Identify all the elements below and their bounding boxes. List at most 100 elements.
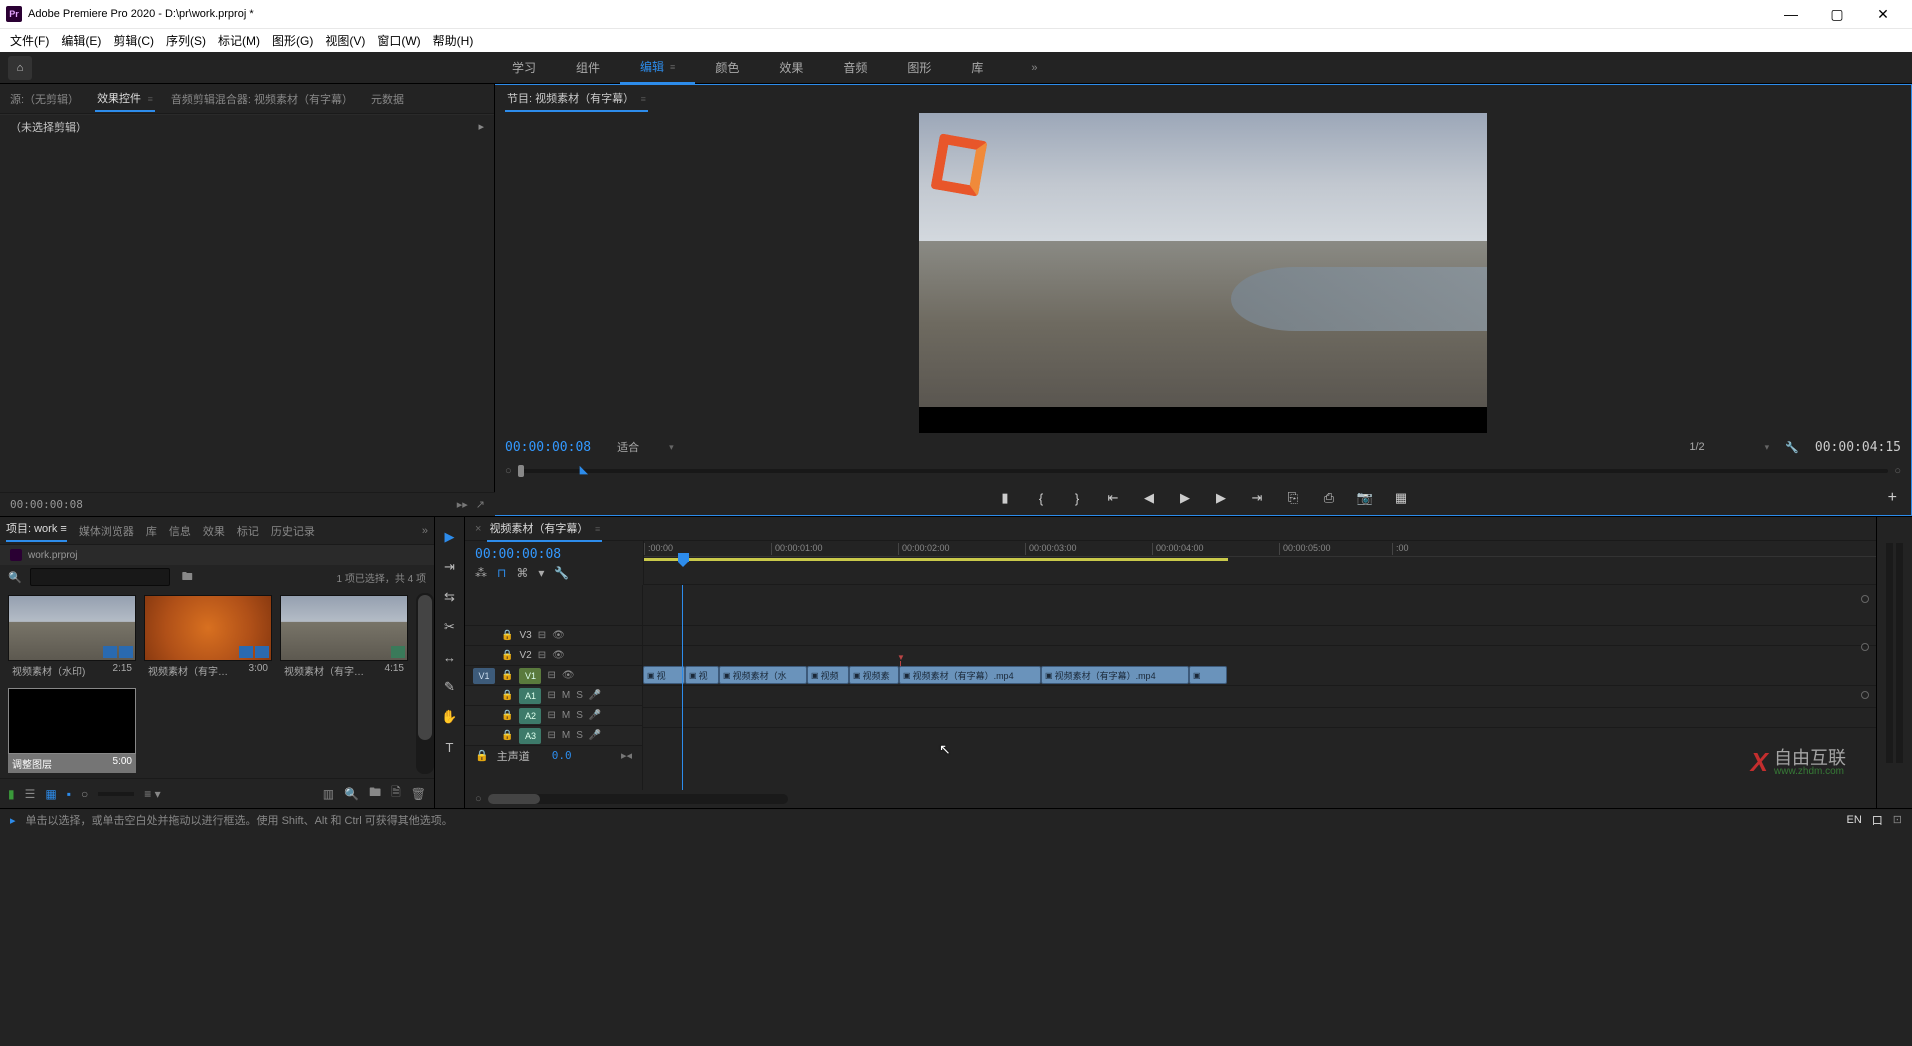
track-v2-header[interactable]: 🔒V2⊟👁 bbox=[465, 645, 642, 665]
razor-tool[interactable]: ✂ bbox=[440, 617, 460, 637]
workspace-libraries[interactable]: 库 bbox=[951, 52, 1003, 84]
track-select-tool[interactable]: ⇥ bbox=[440, 557, 460, 577]
menu-graphic[interactable]: 图形(G) bbox=[266, 32, 319, 49]
pen-tool[interactable]: ✎ bbox=[440, 677, 460, 697]
home-button[interactable]: ⌂ bbox=[8, 56, 32, 80]
slider-knob-left[interactable]: ○ bbox=[505, 465, 512, 477]
status-extra-icon[interactable]: ⊡ bbox=[1893, 813, 1902, 826]
timeline-clip[interactable]: ▣视频素材（有字幕）.mp4 bbox=[899, 666, 1041, 684]
type-tool[interactable]: T bbox=[440, 737, 460, 757]
maximize-button[interactable]: ▢ bbox=[1814, 1, 1860, 27]
workspace-editing[interactable]: 编辑≡ bbox=[620, 52, 695, 84]
program-monitor[interactable] bbox=[919, 113, 1487, 433]
program-timecode-left[interactable]: 00:00:00:08 bbox=[505, 440, 591, 455]
extract-button[interactable]: ⎙ bbox=[1320, 489, 1338, 507]
minimize-button[interactable]: — bbox=[1768, 1, 1814, 27]
tab-info[interactable]: 信息 bbox=[169, 523, 191, 539]
ime-lang-label[interactable]: EN bbox=[1847, 814, 1862, 826]
menu-edit[interactable]: 编辑(E) bbox=[55, 32, 107, 49]
tl-settings-icon[interactable]: 🔧 bbox=[554, 566, 569, 580]
clip-thumb[interactable]: 视频素材（有字…4:15 bbox=[280, 595, 408, 680]
sort-dropdown[interactable]: ≡ ▾ bbox=[144, 787, 160, 801]
tl-snap-icon[interactable]: ⊓ bbox=[497, 566, 506, 580]
workspace-learn[interactable]: 学习 bbox=[492, 52, 556, 84]
workspace-color[interactable]: 颜色 bbox=[695, 52, 759, 84]
go-to-out-button[interactable]: ⇥ bbox=[1248, 489, 1266, 507]
tab-project[interactable]: 项目: work ≡ bbox=[6, 520, 67, 542]
gutter-control[interactable] bbox=[1861, 691, 1869, 699]
icon-view-button[interactable]: ▦ bbox=[45, 787, 56, 801]
proj-writable-icon[interactable]: ▮ bbox=[8, 787, 15, 801]
timeline-tracks[interactable]: ▣视 ▣视 ▣视频素材（水 ▣视频 ▣视频素 ▣视频素材（有字幕）.mp4 ▣视… bbox=[643, 585, 1876, 790]
clip-thumb[interactable]: 视频素材（水印)2:15 bbox=[8, 595, 136, 680]
mark-out-button[interactable]: } bbox=[1068, 489, 1086, 507]
project-tabs-overflow[interactable]: » bbox=[422, 525, 428, 537]
project-scrollbar[interactable] bbox=[416, 593, 434, 774]
menu-window[interactable]: 窗口(W) bbox=[371, 32, 426, 49]
slip-tool[interactable]: ↔ bbox=[440, 647, 460, 667]
timeline-clip[interactable]: ▣视频 bbox=[807, 666, 849, 684]
timeline-tab[interactable]: 视频素材（有字幕） ≡ bbox=[487, 516, 602, 542]
tl-zoom-out-icon[interactable]: ○ bbox=[475, 793, 482, 805]
program-scrub-slider[interactable] bbox=[518, 469, 1889, 473]
auto-seq-button[interactable]: ▥ bbox=[323, 787, 334, 801]
gutter-control[interactable] bbox=[1861, 643, 1869, 651]
project-breadcrumb[interactable]: work.prproj bbox=[0, 545, 434, 565]
freeform-view-button[interactable]: ▪ bbox=[67, 787, 71, 801]
workspace-audio[interactable]: 音频 bbox=[823, 52, 887, 84]
button-editor[interactable]: + bbox=[1888, 489, 1897, 507]
tab-libraries[interactable]: 库 bbox=[146, 523, 157, 539]
wrench-icon[interactable]: 🔧 bbox=[1785, 441, 1799, 454]
program-fit-dropdown[interactable]: 适合▾ bbox=[617, 439, 674, 455]
clip-thumb-selected[interactable]: 调整图层5:00 bbox=[8, 688, 136, 773]
tab-media-browser[interactable]: 媒体浏览器 bbox=[79, 523, 134, 539]
track-a2-header[interactable]: 🔒A2⊟MS🎤 bbox=[465, 705, 642, 725]
track-a1-header[interactable]: 🔒A1⊟MS🎤 bbox=[465, 685, 642, 705]
program-tab[interactable]: 节目: 视频素材（有字幕） ≡ bbox=[505, 86, 648, 112]
step-fwd-button[interactable]: ▶ bbox=[1212, 489, 1230, 507]
timeline-clip[interactable]: ▣ bbox=[1189, 666, 1227, 684]
tab-audio-mixer[interactable]: 音频剪辑混合器: 视频素材（有字幕） bbox=[169, 87, 355, 111]
menu-file[interactable]: 文件(F) bbox=[4, 32, 55, 49]
timeline-clip[interactable]: ▣视频素 bbox=[849, 666, 899, 684]
hand-tool[interactable]: ✋ bbox=[440, 707, 460, 727]
list-view-button[interactable]: ☰ bbox=[25, 787, 36, 801]
timeline-clip[interactable]: ▣视频素材（有字幕）.mp4 bbox=[1041, 666, 1189, 684]
tab-effects[interactable]: 效果 bbox=[203, 523, 225, 539]
tab-history[interactable]: 历史记录 bbox=[271, 523, 315, 539]
bin-filter-icon[interactable]: 🖿 bbox=[182, 568, 193, 587]
workspace-assembly[interactable]: 组件 bbox=[556, 52, 620, 84]
thumb-size-slider[interactable] bbox=[98, 792, 134, 796]
track-v1-header[interactable]: V1🔒V1⊟👁 bbox=[465, 665, 642, 685]
ripple-edit-tool[interactable]: ⇆ bbox=[440, 587, 460, 607]
new-bin-button[interactable]: 🖿 bbox=[369, 783, 381, 804]
track-v3-header[interactable]: 🔒V3⊟👁 bbox=[465, 625, 642, 645]
source-btn-2[interactable]: ↗ bbox=[476, 498, 485, 511]
find-button[interactable]: 🔍 bbox=[344, 787, 359, 801]
expand-icon[interactable]: ▸ bbox=[478, 120, 484, 133]
source-btn-1[interactable]: ▸▸ bbox=[457, 498, 468, 511]
track-master-header[interactable]: 🔒主声道 0.0 ▸◂ bbox=[465, 745, 642, 765]
gutter-control[interactable] bbox=[1861, 595, 1869, 603]
zoom-out-icon[interactable]: ○ bbox=[81, 787, 88, 801]
project-search-input[interactable] bbox=[30, 568, 170, 586]
tl-link-icon[interactable]: ⌘ bbox=[516, 566, 528, 580]
track-a3-header[interactable]: 🔒A3⊟MS🎤 bbox=[465, 725, 642, 745]
tab-source[interactable]: 源:（无剪辑） bbox=[8, 87, 81, 111]
work-area-bar[interactable] bbox=[644, 558, 1228, 561]
close-button[interactable]: ✕ bbox=[1860, 1, 1906, 27]
play-button[interactable]: ▶ bbox=[1176, 489, 1194, 507]
add-marker-button[interactable]: ▮ bbox=[996, 489, 1014, 507]
clip-thumb[interactable]: 视频素材（有字…3:00 bbox=[144, 595, 272, 680]
tab-markers[interactable]: 标记 bbox=[237, 523, 259, 539]
mark-in-button[interactable]: { bbox=[1032, 489, 1050, 507]
menu-clip[interactable]: 剪辑(C) bbox=[107, 32, 160, 49]
timeline-ruler[interactable]: :00:00 00:00:01:00 00:00:02:00 00:00:03:… bbox=[643, 541, 1876, 585]
new-item-button[interactable]: 🗎 bbox=[391, 783, 401, 804]
ime-mode-label[interactable]: 口 bbox=[1872, 812, 1883, 828]
workspace-graphics[interactable]: 图形 bbox=[887, 52, 951, 84]
lift-button[interactable]: ⎘ bbox=[1284, 489, 1302, 507]
export-frame-button[interactable]: 📷 bbox=[1356, 489, 1374, 507]
timeline-clip[interactable]: ▣视 bbox=[643, 666, 685, 684]
tab-metadata[interactable]: 元数据 bbox=[369, 87, 406, 111]
